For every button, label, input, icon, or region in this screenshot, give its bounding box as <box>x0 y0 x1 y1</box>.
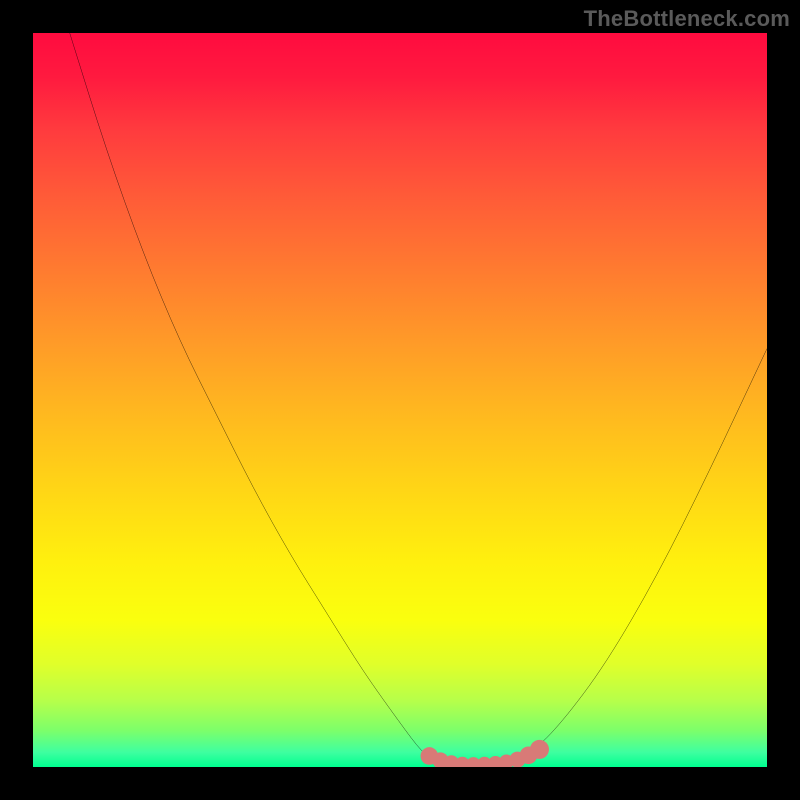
chart-frame: TheBottleneck.com <box>0 0 800 800</box>
marker-group <box>421 740 549 767</box>
plot-area <box>33 33 767 767</box>
bottleneck-curve <box>70 33 767 765</box>
watermark-text: TheBottleneck.com <box>584 6 790 32</box>
data-marker <box>530 740 549 759</box>
curve-layer <box>33 33 767 767</box>
